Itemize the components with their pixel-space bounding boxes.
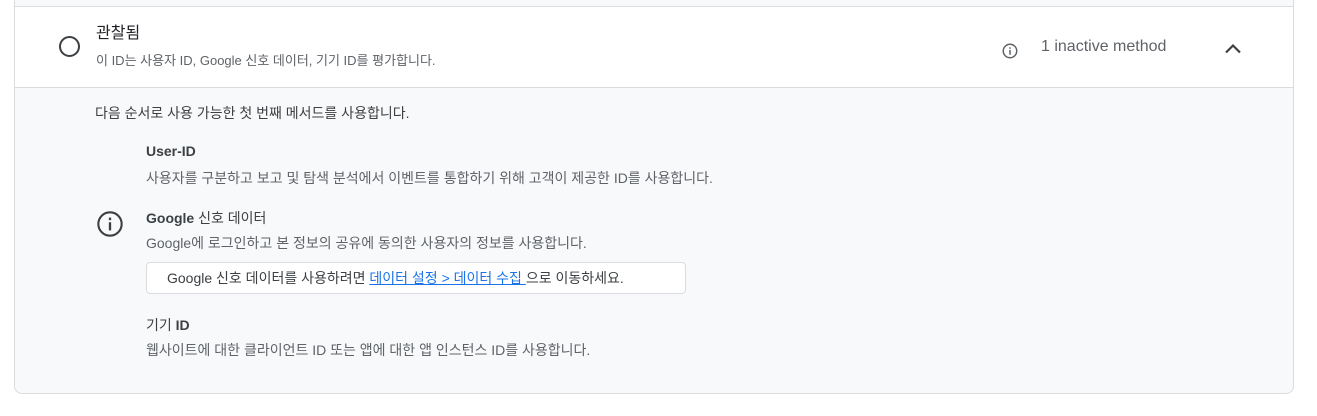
method-title-google-signals: Google 신호 데이터 <box>146 208 266 228</box>
notice-suffix: 으로 이동하세요. <box>525 270 624 286</box>
method-description-google-signals: Google에 로그인하고 본 정보의 공유에 동의한 사용자의 정보를 사용합… <box>146 235 587 251</box>
inactive-method-count: 1 inactive method <box>1041 38 1167 55</box>
section-header[interactable]: 관찰됨 이 ID는 사용자 ID, Google 신호 데이터, 기기 ID를 … <box>15 7 1293 88</box>
method-title-google-signals-bold: Google <box>146 210 195 226</box>
observed-radio-button[interactable] <box>59 36 80 57</box>
info-icon[interactable] <box>1001 42 1019 65</box>
method-title-device-id: 기기 ID <box>146 315 190 335</box>
section-subtitle: 이 ID는 사용자 ID, Google 신호 데이터, 기기 ID를 평가합니… <box>96 53 436 68</box>
section-title: 관찰됨 <box>96 25 141 42</box>
method-description-user-id: 사용자를 구분하고 보고 및 탐색 분석에서 이벤트를 통합하기 위해 고객이 … <box>146 170 713 186</box>
method-title-google-signals-regular: 신호 데이터 <box>194 210 267 226</box>
method-title-device-id-regular: 기기 <box>146 317 176 333</box>
info-icon <box>96 210 124 243</box>
google-signals-notice: Google 신호 데이터를 사용하려면 데이터 설정 > 데이터 수집 으로 … <box>146 262 686 294</box>
method-title-user-id: User-ID <box>146 143 196 159</box>
identity-method-card: 관찰됨 이 ID는 사용자 ID, Google 신호 데이터, 기기 ID를 … <box>14 0 1294 394</box>
method-description-device-id: 웹사이트에 대한 클라이언트 ID 또는 앱에 대한 앱 인스턴스 ID를 사용… <box>146 342 591 358</box>
intro-text: 다음 순서로 사용 가능한 첫 번째 메서드를 사용합니다. <box>95 105 410 121</box>
data-collection-settings-link[interactable]: 데이터 설정 > 데이터 수집 <box>369 270 525 286</box>
chevron-up-icon[interactable] <box>1221 37 1245 66</box>
method-title-device-id-bold: ID <box>175 317 190 333</box>
notice-prefix: Google 신호 데이터를 사용하려면 <box>167 270 370 286</box>
